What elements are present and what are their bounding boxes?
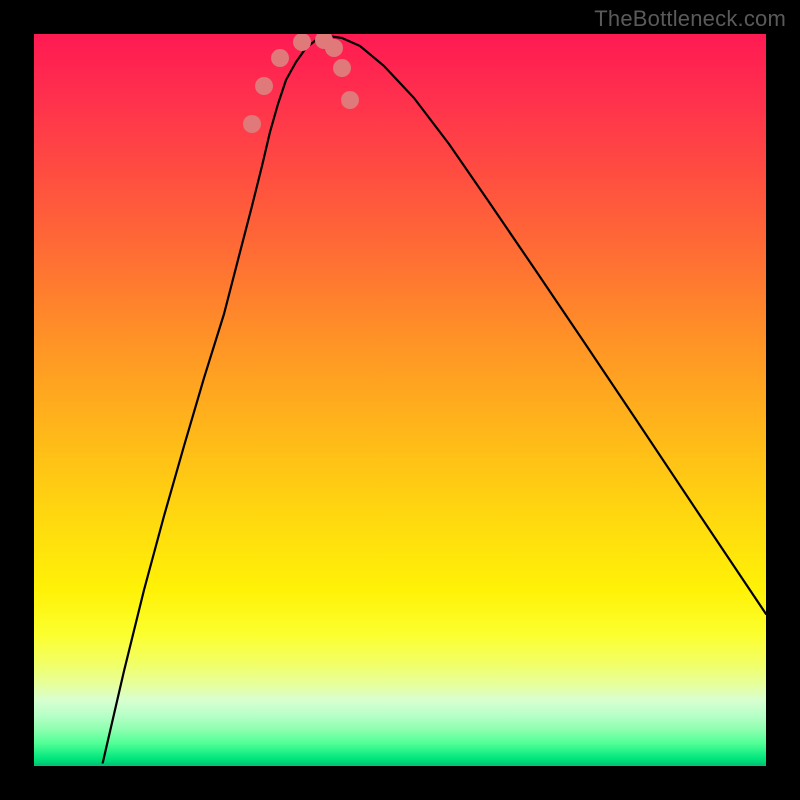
marker-dot [341, 91, 359, 109]
chart-frame: TheBottleneck.com [0, 0, 800, 800]
marker-dot [293, 34, 311, 51]
plot-area [34, 34, 766, 766]
marker-dot [325, 39, 343, 57]
chart-svg [34, 34, 766, 766]
marker-dot [333, 59, 351, 77]
bottleneck-curve [102, 36, 766, 766]
marker-dot [255, 77, 273, 95]
highlight-dots [243, 34, 359, 133]
marker-dot [271, 49, 289, 67]
marker-dot [243, 115, 261, 133]
watermark-text: TheBottleneck.com [594, 6, 786, 32]
